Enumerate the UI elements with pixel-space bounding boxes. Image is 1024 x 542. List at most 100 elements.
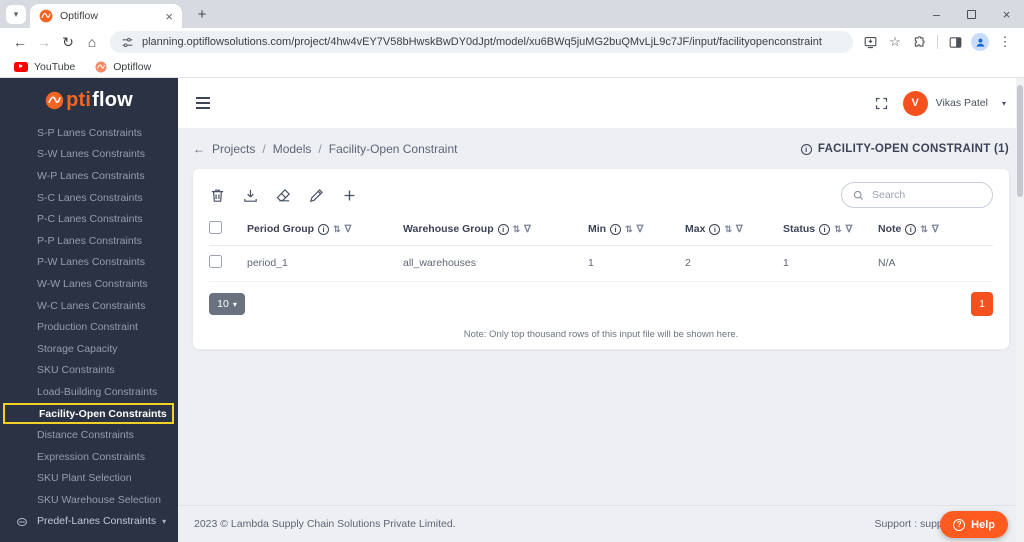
data-card: Period Group Warehouse Group Min Max Sta… [193, 169, 1009, 349]
forward-button[interactable]: → [32, 30, 56, 54]
cell-period-group: period_1 [247, 257, 288, 269]
user-menu[interactable]: V Vikas Patel ▾ [902, 90, 1006, 116]
clear-button[interactable] [275, 187, 292, 204]
profile-avatar[interactable] [969, 31, 991, 53]
filter-icon[interactable] [637, 224, 644, 235]
window-maximize-button[interactable] [954, 0, 989, 28]
user-name: Vikas Patel [935, 97, 988, 109]
table-row[interactable]: period_1 all_warehouses 1 2 1 N/A [209, 246, 993, 282]
breadcrumb-models[interactable]: Models [273, 142, 312, 156]
window-minimize-button[interactable]: – [919, 0, 954, 28]
window-close-button[interactable]: × [989, 0, 1024, 28]
sidebar-item-pp-lanes[interactable]: P-P Lanes Constraints [0, 230, 178, 252]
extensions-icon[interactable] [909, 31, 931, 53]
sidebar: pti flow S-P Lanes Constraints S-W Lanes … [0, 78, 178, 542]
back-button[interactable]: ← [8, 30, 32, 54]
hamburger-menu-icon[interactable] [196, 97, 210, 99]
cell-note: N/A [878, 257, 896, 269]
info-icon[interactable] [800, 143, 812, 155]
column-note[interactable]: Note [878, 223, 993, 235]
column-info-icon[interactable] [318, 223, 330, 235]
home-button[interactable]: ⌂ [80, 30, 104, 54]
filter-icon[interactable] [736, 224, 743, 235]
sidebar-item-expression-constraints[interactable]: Expression Constraints [0, 446, 178, 468]
bookmark-star-icon[interactable]: ☆ [884, 31, 906, 53]
column-status[interactable]: Status [783, 223, 878, 235]
filter-icon[interactable] [345, 224, 352, 235]
sidebar-item-sc-lanes[interactable]: S-C Lanes Constraints [0, 187, 178, 209]
filter-icon[interactable] [846, 224, 853, 235]
optiflow-bookmark-icon [95, 61, 107, 72]
filter-icon[interactable] [932, 224, 939, 235]
copyright-text: 2023 © Lambda Supply Chain Solutions Pri… [194, 518, 456, 530]
tab-close-icon[interactable]: × [165, 10, 173, 23]
column-warehouse-group[interactable]: Warehouse Group [403, 223, 588, 235]
column-min[interactable]: Min [588, 223, 685, 235]
browser-menu-icon[interactable]: ⋮ [994, 31, 1016, 53]
sidebar-item-pw-lanes[interactable]: P-W Lanes Constraints [0, 252, 178, 274]
page-size-dropdown[interactable]: 10 ▾ [209, 293, 245, 315]
sort-icon[interactable] [724, 224, 732, 235]
sidebar-item-wc-lanes[interactable]: W-C Lanes Constraints [0, 295, 178, 317]
sidebar-item-distance-constraints[interactable]: Distance Constraints [0, 424, 178, 446]
page-scrollbar[interactable] [1016, 78, 1024, 542]
sort-icon[interactable] [834, 224, 842, 235]
row-checkbox[interactable] [209, 255, 222, 268]
sidebar-item-storage-capacity[interactable]: Storage Capacity [0, 338, 178, 360]
select-all-checkbox[interactable] [209, 221, 222, 234]
app-footer: 2023 © Lambda Supply Chain Solutions Pri… [178, 505, 1024, 542]
sidebar-item-ww-lanes[interactable]: W-W Lanes Constraints [0, 273, 178, 295]
column-info-icon[interactable] [819, 223, 831, 235]
site-settings-icon[interactable] [121, 36, 134, 49]
browser-tab[interactable]: Optiflow × [30, 4, 182, 28]
filter-icon[interactable] [524, 224, 531, 235]
fullscreen-icon[interactable] [874, 96, 889, 111]
sort-icon[interactable] [513, 224, 521, 235]
chevron-down-icon: ▾ [232, 299, 237, 309]
edit-button[interactable] [308, 187, 325, 204]
search-icon [853, 190, 863, 200]
back-arrow-icon[interactable]: ← [193, 142, 205, 156]
column-max[interactable]: Max [685, 223, 783, 235]
sidebar-item-sp-lanes[interactable]: S-P Lanes Constraints [0, 122, 178, 144]
sidebar-item-facility-open[interactable]: Facility-Open Constraints [3, 402, 174, 425]
delete-button[interactable] [209, 187, 226, 204]
logo-text: pti [66, 88, 92, 111]
sidebar-item-load-building[interactable]: Load-Building Constraints [0, 381, 178, 403]
sort-icon[interactable] [333, 224, 341, 235]
side-panel-icon[interactable] [944, 31, 966, 53]
reload-button[interactable]: ↻ [56, 30, 80, 54]
install-app-icon[interactable] [859, 31, 881, 53]
new-tab-button[interactable]: + [192, 5, 212, 24]
column-info-icon[interactable] [709, 223, 721, 235]
sidebar-item-sku-warehouse-selection[interactable]: SKU Warehouse Selection [0, 489, 178, 511]
sidebar-item-sku-plant-selection[interactable]: SKU Plant Selection [0, 468, 178, 490]
sidebar-item-wp-lanes[interactable]: W-P Lanes Constraints [0, 165, 178, 187]
sort-icon[interactable] [625, 224, 633, 235]
add-button[interactable] [341, 187, 358, 204]
sort-icon[interactable] [920, 224, 928, 235]
bookmark-optiflow[interactable]: Optiflow [95, 61, 151, 73]
sidebar-item-production-constraint[interactable]: Production Constraint [0, 316, 178, 338]
search-input[interactable] [872, 189, 972, 201]
sidebar-item-predef-lanes[interactable]: Predef-Lanes Constraints ▾ [0, 511, 178, 533]
column-info-icon[interactable] [610, 223, 622, 235]
column-info-icon[interactable] [497, 223, 509, 235]
scrollbar-thumb[interactable] [1017, 85, 1023, 197]
column-period-group[interactable]: Period Group [247, 223, 403, 235]
breadcrumb-projects[interactable]: Projects [212, 142, 255, 156]
sidebar-item-sku-constraints[interactable]: SKU Constraints [0, 360, 178, 382]
page-number-button[interactable]: 1 [971, 292, 993, 316]
download-button[interactable] [242, 187, 259, 204]
tab-search-button[interactable]: ▾ [6, 5, 26, 24]
column-info-icon[interactable] [905, 223, 917, 235]
help-button[interactable]: Help [940, 511, 1008, 538]
cell-warehouse-group: all_warehouses [403, 257, 476, 269]
address-bar[interactable]: planning.optiflowsolutions.com/project/4… [110, 31, 853, 53]
page-title: FACILITY-OPEN CONSTRAINT (1) [800, 143, 1009, 155]
search-box[interactable] [841, 182, 993, 208]
sidebar-item-pc-lanes[interactable]: P-C Lanes Constraints [0, 208, 178, 230]
bookmark-youtube[interactable]: YouTube [14, 61, 75, 73]
sidebar-item-sw-lanes[interactable]: S-W Lanes Constraints [0, 144, 178, 166]
browser-window: ▾ Optiflow × + – × ← → ↻ ⌂ planning.opti… [0, 0, 1024, 542]
